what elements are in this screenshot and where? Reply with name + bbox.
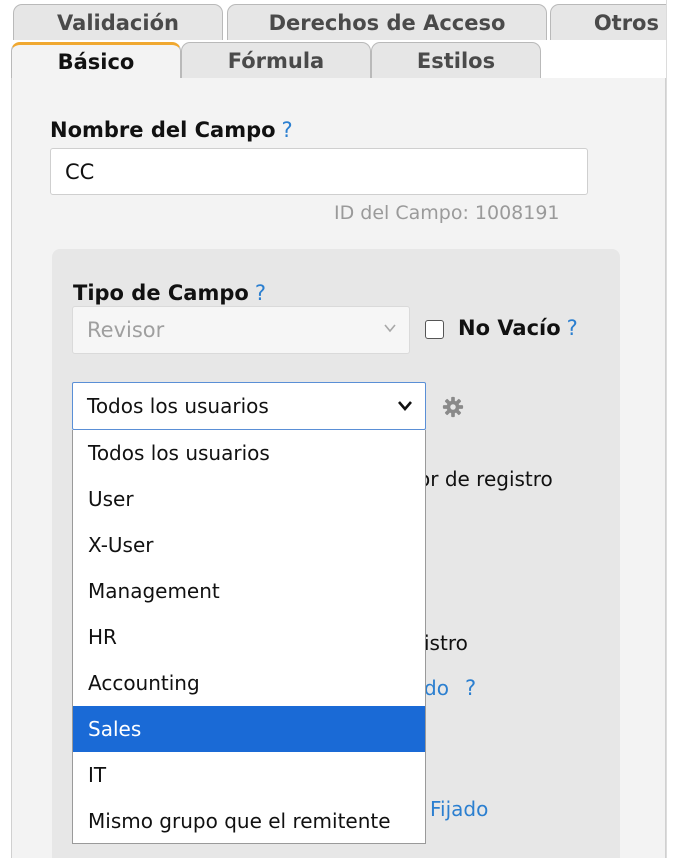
field-name-label: Nombre del Campo [50, 118, 276, 142]
tab-basico-label: Básico [57, 49, 135, 74]
not-empty-help-icon[interactable]: ? [567, 316, 578, 340]
field-type-label-row: Tipo de Campo? [73, 281, 266, 305]
field-name-value: CC [65, 159, 95, 184]
field-type-help-icon[interactable]: ? [255, 281, 266, 305]
tab-otros-label: Otros [593, 10, 659, 35]
tab-formula[interactable]: Fórmula [181, 42, 371, 78]
gear-icon[interactable] [442, 396, 464, 418]
field-name-input[interactable]: CC [50, 148, 588, 195]
dropdown-option[interactable]: Todos los usuarios [73, 430, 425, 476]
field-name-label-row: Nombre del Campo? [50, 118, 293, 142]
not-empty-label-row: No Vacío? [458, 316, 578, 340]
tab-validacion-label: Validación [57, 10, 179, 35]
field-type-value: Revisor [87, 318, 165, 342]
tab-estilos[interactable]: Estilos [371, 42, 541, 78]
dropdown-option[interactable]: Mismo grupo que el remitente [73, 798, 425, 844]
field-type-select: Revisor [72, 306, 410, 354]
record-fragment: istro [424, 631, 468, 655]
dropdown-option[interactable]: User [73, 476, 425, 522]
link-fragment-text: do [424, 676, 449, 700]
field-type-label: Tipo de Campo [73, 281, 249, 305]
dropdown-option[interactable]: Management [73, 568, 425, 614]
tab-validacion[interactable]: Validación [13, 4, 223, 40]
chevron-down-icon [398, 401, 412, 411]
tab-formula-label: Fórmula [227, 48, 325, 73]
user-group-select[interactable]: Todos los usuarios [72, 382, 426, 430]
fixed-link-fragment[interactable]: Fijado [430, 797, 488, 821]
tab-basico[interactable]: Básico [11, 42, 181, 78]
field-name-help-icon[interactable]: ? [282, 118, 293, 142]
dropdown-option[interactable]: Accounting [73, 660, 425, 706]
dropdown-option[interactable]: HR [73, 614, 425, 660]
chevron-down-icon [384, 324, 396, 333]
record-option-fragment: or de registro [418, 467, 553, 491]
user-group-select-value: Todos los usuarios [87, 394, 269, 418]
right-scroll-area [666, 0, 697, 858]
dropdown-option[interactable]: X-User [73, 522, 425, 568]
link-fragment[interactable]: do? [424, 676, 476, 700]
tab-derechos-de-acceso-label: Derechos de Acceso [268, 10, 506, 35]
dropdown-option-highlighted[interactable]: Sales [73, 706, 425, 752]
user-group-dropdown: Todos los usuarios User X-User Managemen… [72, 430, 426, 844]
link-help-icon[interactable]: ? [465, 676, 476, 700]
tab-derechos-de-acceso[interactable]: Derechos de Acceso [227, 4, 547, 40]
not-empty-checkbox[interactable] [425, 320, 444, 339]
dropdown-option[interactable]: IT [73, 752, 425, 798]
field-id-text: ID del Campo: 1008191 [334, 202, 560, 224]
tab-estilos-label: Estilos [416, 48, 496, 73]
not-empty-label: No Vacío [458, 316, 561, 340]
